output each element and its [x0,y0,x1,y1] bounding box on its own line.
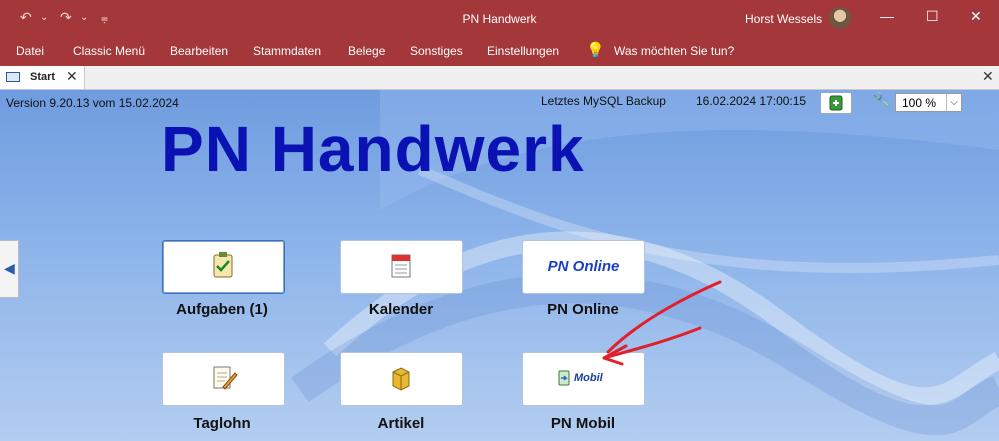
menu-belege[interactable]: Belege [348,44,385,58]
minimize-icon[interactable]: — [880,8,894,24]
tell-me-search[interactable]: Was möchten Sie tun? [614,44,734,58]
form-icon [6,72,20,82]
menu-stammdaten[interactable]: Stammdaten [253,44,321,58]
menu-sonstiges[interactable]: Sonstiges [410,44,463,58]
menu-datei[interactable]: Datei [16,44,44,58]
menu-bearbeiten[interactable]: Bearbeiten [170,44,228,58]
menu-einstellungen[interactable]: Einstellungen [487,44,559,58]
annotation-arrow [602,280,722,366]
menu-bar: Datei Classic Menü Bearbeiten Stammdaten… [0,36,999,66]
tab-start[interactable]: Start ✕ [0,66,85,89]
start-form: Version 9.20.13 vom 15.02.2024 Letztes M… [0,90,999,441]
lightbulb-icon: 💡 [586,42,605,59]
close-icon[interactable]: ✕ [970,8,982,25]
document-close-icon[interactable]: ✕ [982,68,994,85]
user-name[interactable]: Horst Wessels [745,12,822,26]
maximize-icon[interactable]: ☐ [926,8,939,25]
avatar[interactable] [829,7,851,29]
tab-start-label: Start [30,71,56,83]
tab-close-icon[interactable]: ✕ [66,68,78,85]
title-bar: ↶ ⌄ ↷ ⌄ ⩦ PN Handwerk Horst Wessels — ☐ … [0,0,999,36]
menu-classic[interactable]: Classic Menü [73,44,145,58]
document-tab-bar: Start ✕ ✕ [0,66,999,90]
